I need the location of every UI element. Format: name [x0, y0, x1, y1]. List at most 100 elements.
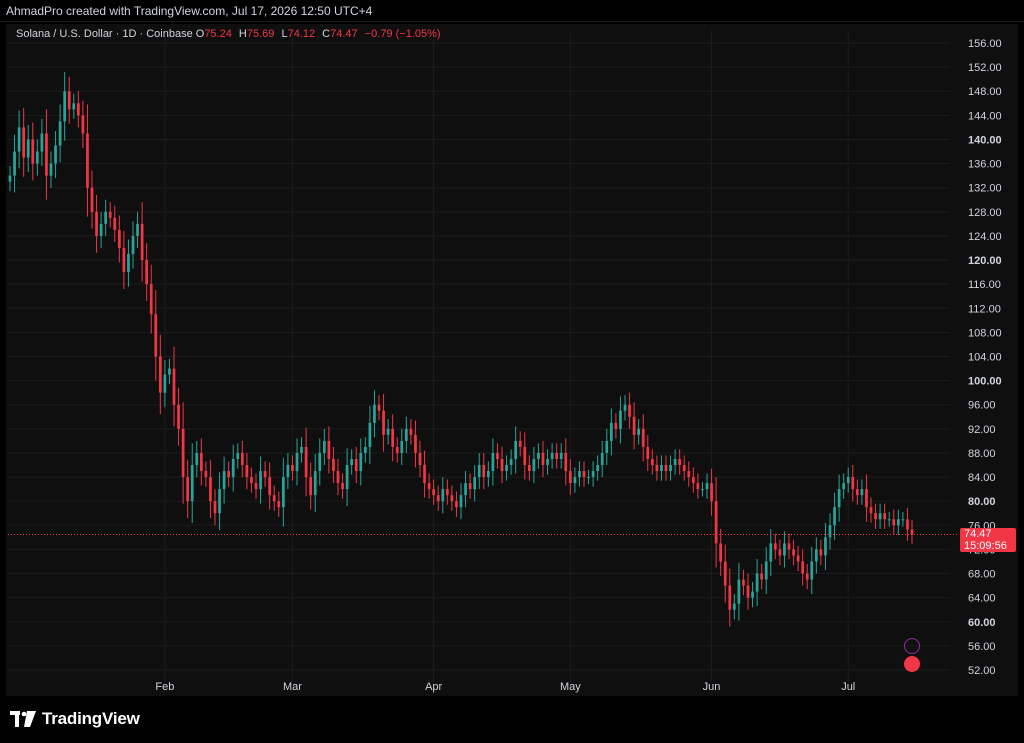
candle-body — [163, 374, 167, 393]
y-tick-label: 60.00 — [968, 617, 996, 629]
chart-legend: Solana / U.S. Dollar · 1D · Coinbase O75… — [16, 28, 445, 40]
candle-body — [90, 187, 94, 212]
price-chart[interactable]: 156.00 152.00 148.00 144.00 140.00 136.00 132.… — [0, 0, 1024, 743]
candle-body — [910, 529, 914, 535]
candle-body — [345, 465, 349, 490]
candle-body — [359, 452, 363, 472]
y-tick-label: 56.00 — [968, 641, 996, 653]
candle-body — [637, 428, 641, 435]
candle-body — [824, 537, 827, 556]
candle-body — [819, 549, 823, 556]
candle-body — [423, 465, 426, 484]
y-tick-label: 108.00 — [968, 327, 1002, 339]
candle-body — [300, 446, 303, 453]
tradingview-brand[interactable]: TradingView — [10, 709, 140, 729]
candle-body — [805, 573, 809, 580]
candle-body — [842, 483, 846, 490]
candle-body — [363, 446, 367, 453]
candle-body — [691, 477, 695, 484]
candle-body — [514, 440, 518, 459]
candle-body — [377, 404, 381, 411]
candle-body — [81, 115, 85, 134]
candle-body — [341, 483, 344, 490]
candle-body — [199, 452, 203, 472]
legend-close: 74.47 — [330, 28, 358, 40]
candle-body — [427, 483, 431, 490]
candle-body — [391, 428, 395, 447]
candle-body — [254, 483, 258, 490]
candle-body — [31, 139, 35, 164]
y-tick-label: 88.00 — [968, 448, 996, 460]
y-tick-label: 64.00 — [968, 593, 996, 605]
flash-icon[interactable] — [904, 638, 920, 654]
candle-body — [477, 465, 481, 478]
candle-body — [172, 368, 176, 405]
candle-body — [646, 446, 650, 459]
candle-body — [291, 465, 294, 472]
y-tick-label: 96.00 — [968, 400, 996, 412]
last-price-value: 74.47 — [964, 528, 992, 540]
x-tick-label: Apr — [425, 681, 442, 693]
y-tick-label: 132.00 — [968, 183, 1002, 195]
candle-body — [309, 477, 313, 496]
candle-body — [231, 458, 235, 478]
y-tick-label: 116.00 — [968, 279, 1001, 291]
candle-body — [723, 561, 727, 586]
candle-body — [578, 471, 581, 478]
candle-body — [45, 133, 48, 176]
candle-body — [614, 422, 618, 429]
us-flag-icon[interactable] — [904, 656, 920, 672]
y-tick-label: 52.00 — [968, 665, 996, 677]
candle-body — [851, 477, 855, 490]
candle-body — [414, 434, 417, 453]
candle-body — [573, 477, 577, 484]
y-tick-label: 84.00 — [968, 472, 996, 484]
candle-body — [705, 483, 709, 490]
candle-body — [313, 471, 317, 496]
candle-body — [404, 428, 408, 441]
candle-body — [327, 440, 331, 459]
candle-body — [168, 368, 171, 375]
y-tick-label: 128.00 — [968, 207, 1002, 219]
candle-body — [259, 471, 262, 490]
candle-body — [773, 543, 777, 550]
candle-body — [136, 223, 139, 236]
candle-body — [523, 446, 527, 466]
x-tick-label: Feb — [155, 681, 174, 693]
candle-body — [395, 446, 399, 453]
candle-body — [673, 458, 677, 466]
candle-body — [892, 519, 896, 526]
candle-body — [855, 489, 859, 496]
candle-body — [131, 235, 135, 255]
candle-body — [368, 422, 372, 447]
candle-body — [409, 428, 413, 435]
y-tick-label: 120.00 — [968, 255, 1002, 267]
candle-body — [441, 489, 445, 502]
candle-body — [687, 471, 691, 478]
candle-body — [350, 458, 354, 466]
candle-body — [240, 452, 244, 466]
brand-name: TradingView — [42, 709, 140, 728]
candle-body — [496, 452, 499, 459]
candle-body — [382, 410, 385, 435]
candle-body — [486, 471, 490, 478]
candle-body — [72, 103, 76, 110]
candle-body — [628, 404, 631, 417]
candle-body — [195, 452, 199, 466]
candle-body — [354, 458, 358, 472]
tradingview-logo-icon — [10, 711, 36, 727]
candle-body — [76, 103, 80, 116]
candle-body — [54, 145, 57, 164]
candle-body — [35, 151, 39, 164]
legend-low: 74.12 — [287, 28, 316, 40]
candle-body — [213, 501, 217, 514]
candle-body — [95, 211, 98, 236]
candle-body — [218, 489, 221, 514]
candle-body — [555, 452, 559, 459]
candle-body — [500, 458, 504, 472]
candle-body — [837, 489, 841, 508]
candle-body — [286, 465, 290, 478]
candle-body — [145, 260, 149, 285]
candle-body — [764, 561, 768, 580]
candle-body — [828, 525, 832, 538]
